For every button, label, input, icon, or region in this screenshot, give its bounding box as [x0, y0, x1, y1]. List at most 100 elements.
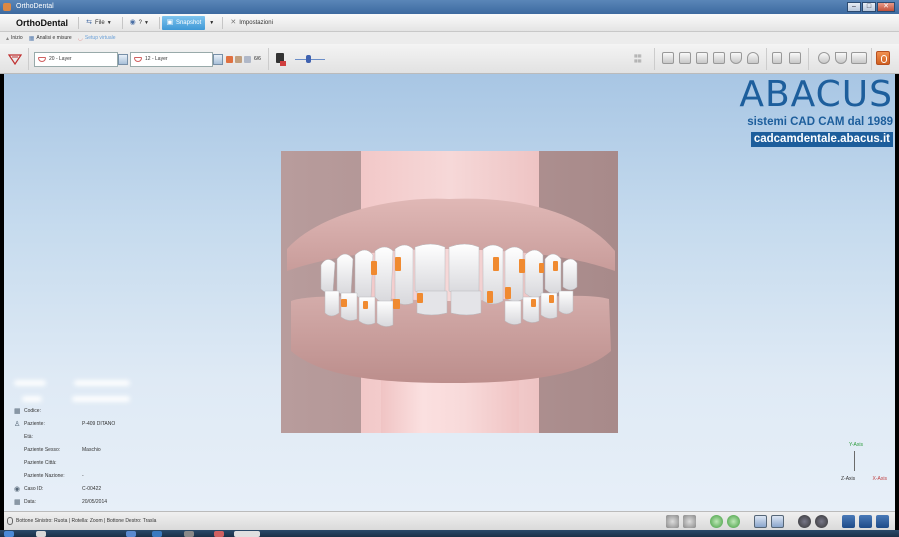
view-bottom-icon[interactable] [747, 52, 759, 64]
window-title: OrthoDental [16, 3, 54, 10]
toolbar-divider [654, 48, 655, 70]
tab-inizio[interactable]: ▴ Inizio [6, 35, 23, 42]
snapshot-menu[interactable]: ▣ Snapshot [161, 15, 206, 30]
info-row-data: ▦ Data: 20/05/2014 [14, 499, 107, 506]
wireframe-icon[interactable] [754, 515, 767, 528]
menu-separator [158, 16, 160, 29]
info-row-sesso: Paziente Sesso: Maschio [14, 447, 101, 454]
exit-icon[interactable] [876, 51, 890, 65]
view-ortho-icon[interactable] [679, 52, 691, 64]
step-counter: 6/6 [254, 56, 261, 62]
help-menu[interactable]: ◉ ? ▼ [125, 16, 153, 30]
lower-base-block [381, 377, 519, 433]
help-menu-label: ? [138, 19, 142, 26]
snapshot-menu-label: Snapshot [175, 19, 202, 26]
box-icon[interactable] [771, 515, 784, 528]
cube-front-icon[interactable] [842, 515, 855, 528]
toolbar-divider [808, 48, 809, 70]
maximize-button[interactable]: □ [862, 2, 876, 12]
tooth-icon [134, 57, 142, 62]
app-brand: OrthoDental [16, 17, 69, 28]
taskbar-app-icon[interactable] [152, 531, 162, 537]
cube-iso-icon[interactable] [876, 515, 889, 528]
file-icon: ⇆ [86, 18, 92, 26]
3d-viewport[interactable]: ABACUS sistemi CAD CAM dal 1989 cadcamde… [4, 74, 895, 511]
taskbar-app-icon[interactable] [214, 531, 224, 537]
tab-analisi[interactable]: ▦ Analisi e misure [29, 35, 72, 42]
cube-side-icon[interactable] [859, 515, 872, 528]
split-horizontal-icon[interactable] [789, 52, 801, 64]
taskbar-app-icon[interactable] [184, 531, 194, 537]
view-front-icon[interactable] [662, 52, 674, 64]
bracket-icon[interactable] [226, 56, 233, 63]
patient-info-panel: ▦ Codice: ♙ Paziente: P-409 DITANO Età: … [8, 74, 268, 511]
zoom-in-icon[interactable] [683, 515, 696, 528]
info-label: Codice: [24, 408, 41, 414]
redacted-text [74, 380, 130, 386]
y-axis-label: Y-Axis [849, 442, 863, 448]
snapshot-dropdown-icon[interactable]: ▼ [209, 20, 214, 26]
lower-layer-dropdown-button[interactable] [213, 54, 223, 65]
y-axis-line [854, 451, 855, 471]
home-icon: ▴ [6, 35, 10, 42]
menubar: OrthoDental ⇆ File ▼ ◉ ? ▼ ▣ Snapshot ▼ … [0, 14, 899, 32]
info-row-citta: Paziente Città: [14, 460, 82, 467]
arch-lower-icon[interactable] [835, 52, 847, 64]
menu-separator [222, 16, 224, 29]
info-label: Paziente Nazione: [24, 473, 65, 479]
jaw-icon[interactable] [274, 51, 288, 67]
window-controls: – □ ✕ [847, 2, 895, 12]
close-button[interactable]: ✕ [877, 2, 895, 12]
split-vertical-icon[interactable] [772, 52, 782, 64]
view-right-icon[interactable] [713, 52, 725, 64]
redacted-text [22, 396, 42, 402]
rotate-icon[interactable] [244, 56, 251, 63]
settings-menu-label: Impostazioni [239, 19, 273, 26]
setup-icon: ◡ [77, 35, 83, 42]
mouse-icon [7, 517, 13, 525]
toolbar: 20 - Layer 12 - Layer 6/6 ▦▦ ▦▦ [0, 44, 899, 74]
tooth-icon [38, 57, 46, 62]
dental-model-3d[interactable] [281, 151, 618, 433]
arch-upper-icon[interactable] [818, 52, 830, 64]
settings-menu[interactable]: ✕ Impostazioni [225, 16, 277, 30]
taskbar-app-icon[interactable] [126, 531, 136, 537]
grid-toggle-icon[interactable]: ▦▦ ▦▦ [634, 53, 642, 63]
ribbon-tabs: ▴ Inizio ▦ Analisi e misure ◡ Setup virt… [0, 32, 899, 44]
info-row-nazione: Paziente Nazione: - [14, 473, 84, 480]
info-row-caso: ◉ Caso ID: C-00422 [14, 486, 101, 493]
toolbar-divider [766, 48, 767, 70]
menu-separator [78, 16, 80, 29]
center-view-icon[interactable] [710, 515, 723, 528]
settings-icon: ✕ [230, 18, 237, 26]
occlusion-icon[interactable] [851, 52, 867, 64]
arch-tool-icon[interactable] [8, 52, 22, 66]
shading-light-icon[interactable] [815, 515, 828, 528]
os-taskbar [0, 530, 899, 537]
abacus-logo: ABACUS [739, 74, 893, 115]
abacus-url: cadcamdentale.abacus.it [750, 132, 893, 147]
shading-dark-icon[interactable] [798, 515, 811, 528]
tab-setup-virtuale[interactable]: ◡ Setup virtuale [78, 35, 116, 42]
upper-layer-select[interactable]: 20 - Layer [34, 52, 128, 67]
file-menu[interactable]: ⇆ File ▼ [81, 16, 116, 30]
info-value: Maschio [82, 447, 101, 453]
abacus-tagline: sistemi CAD CAM dal 1989 [747, 116, 893, 128]
taskbar-app-icon[interactable] [234, 531, 260, 537]
wire-icon[interactable] [235, 56, 242, 63]
opacity-slider-knob[interactable] [306, 55, 311, 63]
view-left-icon[interactable] [696, 52, 708, 64]
info-label: Paziente Sesso: [24, 447, 61, 453]
zoom-out-icon[interactable] [666, 515, 679, 528]
minimize-button[interactable]: – [847, 2, 861, 12]
redacted-text [72, 396, 130, 402]
upper-layer-dropdown-button[interactable] [118, 54, 128, 65]
start-button-icon[interactable] [4, 531, 14, 537]
abacus-branding: ABACUS sistemi CAD CAM dal 1989 cadcamde… [735, 76, 893, 147]
view-top-icon[interactable] [730, 52, 742, 64]
fit-view-icon[interactable] [727, 515, 740, 528]
menu-separator [121, 16, 123, 29]
taskbar-app-icon[interactable] [36, 531, 46, 537]
lower-layer-select[interactable]: 12 - Layer [130, 52, 223, 67]
upper-layer-value: 20 - Layer [49, 56, 72, 62]
